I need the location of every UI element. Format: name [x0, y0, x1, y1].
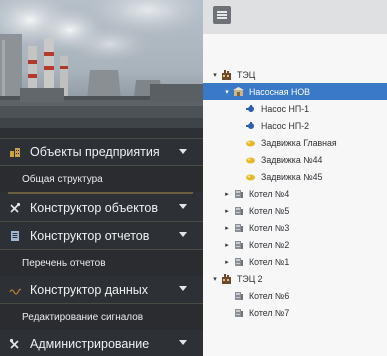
- menu-item-label: Администрирование: [30, 336, 150, 351]
- tools-icon: [8, 201, 22, 215]
- menu-item-enterprise-objects[interactable]: Объекты предприятия: [0, 138, 203, 166]
- expand-toggle-icon[interactable]: ▾: [211, 275, 219, 283]
- submenu-item-label: Перечень отчетов: [22, 257, 106, 269]
- boiler-icon: [233, 223, 244, 233]
- boiler-icon: [233, 291, 244, 301]
- hamburger-icon[interactable]: [213, 6, 231, 24]
- tree-node-label: Котел №1: [249, 256, 290, 267]
- tree-node-label: ТЭЦ 2: [237, 273, 263, 284]
- tree-node-label: Задвижка Главная: [261, 137, 337, 148]
- valve-icon: [245, 138, 256, 148]
- tree-node-label: Котел №4: [249, 188, 290, 199]
- submenu-item-general-structure[interactable]: Общая структура: [0, 166, 203, 192]
- collapse-toggle-icon[interactable]: ▸: [223, 258, 231, 266]
- report-icon: [8, 229, 22, 243]
- chevron-down-icon: [179, 286, 187, 291]
- tree-node[interactable]: Котел №7: [203, 304, 387, 321]
- boiler-icon: [233, 257, 244, 267]
- tree-node-label: Котел №2: [249, 239, 290, 250]
- tree-node[interactable]: ▸ Котел №1: [203, 253, 387, 270]
- tree-node[interactable]: ▸ Котел №4: [203, 185, 387, 202]
- chevron-down-icon: [179, 204, 187, 209]
- tree-node-label: Котел №6: [249, 290, 290, 301]
- tree-node-label: Задвижка №45: [261, 171, 323, 182]
- content-panel: ▾ ТЭЦ ▾ Насосная НОВ Насос НП-1 Насос НП-2 Зад…: [203, 0, 387, 356]
- tree-node-label: Котел №7: [249, 307, 290, 318]
- boiler-icon: [233, 189, 244, 199]
- menu-item-label: Конструктор отчетов: [30, 228, 150, 243]
- tree-node-label: Котел №3: [249, 222, 290, 233]
- tree-node[interactable]: Задвижка №44: [203, 151, 387, 168]
- chevron-down-icon: [179, 232, 187, 237]
- expand-toggle-icon[interactable]: ▾: [211, 71, 219, 79]
- tree-node[interactable]: ▾ ТЭЦ: [203, 66, 387, 83]
- pump-icon: [245, 104, 256, 114]
- submenu-item-report-list[interactable]: Перечень отчетов: [0, 250, 203, 276]
- buildings-icon: [8, 145, 22, 159]
- tree-node[interactable]: ▸ Котел №2: [203, 236, 387, 253]
- tree-node-label: Насосная НОВ: [249, 86, 311, 97]
- sidebar-menu: Объекты предприятия Общая структура Конс…: [0, 138, 203, 356]
- boiler-icon: [233, 206, 244, 216]
- tree-node[interactable]: ▾ ТЭЦ 2: [203, 270, 387, 287]
- collapse-toggle-icon[interactable]: ▸: [223, 224, 231, 232]
- chevron-down-icon: [179, 340, 187, 345]
- tree-node[interactable]: Насос НП-2: [203, 117, 387, 134]
- tree-node[interactable]: Задвижка №45: [203, 168, 387, 185]
- tree-node[interactable]: ▸ Котел №5: [203, 202, 387, 219]
- expand-toggle-icon[interactable]: ▾: [223, 88, 231, 96]
- menu-item-label: Конструктор объектов: [30, 200, 158, 215]
- submenu-item-label: Редактирование сигналов: [22, 311, 144, 323]
- tree-node-label: Котел №5: [249, 205, 290, 216]
- tree-node[interactable]: Задвижка Главная: [203, 134, 387, 151]
- tree-node[interactable]: Насос НП-1: [203, 100, 387, 117]
- plant-icon: [221, 273, 232, 284]
- tree-node-label: Насос НП-1: [261, 103, 309, 114]
- chevron-down-icon: [179, 149, 187, 154]
- valve-icon: [245, 155, 256, 165]
- tree-node-label: Задвижка №44: [261, 154, 323, 165]
- menu-item-report-constructor[interactable]: Конструктор отчетов: [0, 222, 203, 250]
- boiler-icon: [233, 240, 244, 250]
- tree-node-label: ТЭЦ: [237, 69, 256, 80]
- tree-node-label: Насос НП-2: [261, 120, 309, 131]
- submenu-item-signal-editing[interactable]: Редактирование сигналов: [0, 304, 203, 330]
- menu-item-label: Конструктор данных: [30, 282, 149, 297]
- top-bar: [203, 0, 387, 34]
- valve-icon: [245, 172, 256, 182]
- collapse-toggle-icon[interactable]: ▸: [223, 241, 231, 249]
- plant-icon: [221, 69, 232, 80]
- pump-station-icon: [233, 86, 244, 97]
- admin-tools-icon: [8, 337, 22, 351]
- collapse-toggle-icon[interactable]: ▸: [223, 207, 231, 215]
- collapse-toggle-icon[interactable]: ▸: [223, 190, 231, 198]
- object-tree: ▾ ТЭЦ ▾ Насосная НОВ Насос НП-1 Насос НП-2 Зад…: [203, 66, 387, 321]
- tree-node[interactable]: ▸ Котел №3: [203, 219, 387, 236]
- header-image-power-plant: [0, 0, 203, 128]
- boiler-icon: [233, 308, 244, 318]
- menu-item-object-constructor[interactable]: Конструктор объектов: [0, 194, 203, 222]
- submenu-item-label: Общая структура: [22, 173, 103, 185]
- data-wave-icon: [8, 283, 22, 297]
- sidebar: Объекты предприятия Общая структура Конс…: [0, 0, 203, 356]
- menu-item-data-constructor[interactable]: Конструктор данных: [0, 276, 203, 304]
- tree-node[interactable]: ▾ Насосная НОВ: [203, 83, 387, 100]
- menu-item-administration[interactable]: Администрирование: [0, 330, 203, 356]
- tree-node[interactable]: Котел №6: [203, 287, 387, 304]
- pump-icon: [245, 121, 256, 131]
- menu-item-label: Объекты предприятия: [30, 145, 160, 159]
